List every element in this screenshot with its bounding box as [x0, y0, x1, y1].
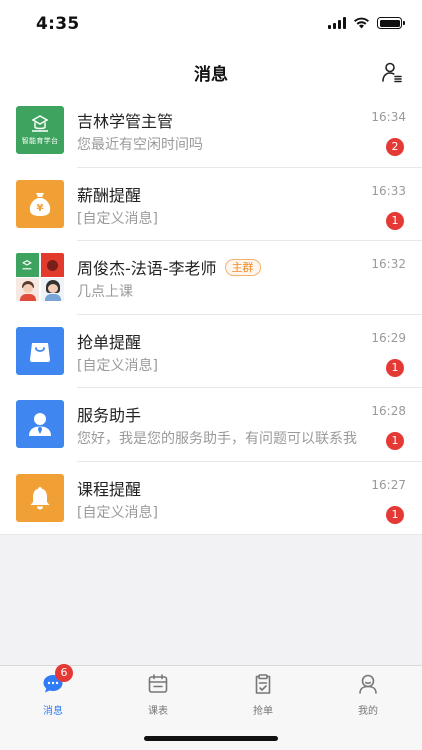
message-item-service-assistant[interactable]: 服务助手 您好，我是您的服务助手，有问题可以联系我 16:28 1 — [0, 388, 422, 462]
contacts-button[interactable] — [378, 58, 406, 86]
calendar-icon — [148, 674, 168, 693]
conversation-name: 课程提醒 — [77, 479, 142, 499]
group-avatar — [16, 253, 64, 301]
tab-schedule[interactable]: 课表 — [118, 672, 198, 717]
tab-profile[interactable]: 我的 — [328, 672, 408, 717]
message-item-group-chat[interactable]: 周俊杰-法语-李老师 主群 几点上课 16:32 — [0, 241, 422, 315]
message-item-salary-reminder[interactable]: ¥ 薪酬提醒 [自定义消息] 16:33 1 — [0, 168, 422, 241]
group-member-logo — [16, 253, 39, 277]
main-group-tag: 主群 — [224, 258, 261, 276]
conversation-time: 16:33 — [371, 183, 406, 198]
status-bar: 4:35 — [0, 0, 422, 50]
money-bag-icon: ¥ — [16, 179, 64, 228]
nav-bar: 消息 — [0, 50, 422, 94]
tab-unread-badge: 6 — [55, 664, 73, 682]
conversation-preview: [自定义消息] — [77, 210, 158, 227]
person-list-icon — [382, 62, 402, 83]
profile-icon — [359, 674, 377, 694]
conversation-name: 吉林学管主管 — [77, 112, 174, 131]
tab-label: 抢单 — [253, 706, 273, 717]
unread-badge: 1 — [386, 358, 404, 377]
assistant-person-icon — [16, 400, 64, 448]
conversation-time: 16:34 — [371, 110, 406, 124]
group-member-avatar — [40, 253, 64, 277]
group-member-avatar — [16, 278, 39, 301]
conversation-time: 16:28 — [371, 404, 406, 418]
group-member-avatar — [40, 278, 64, 301]
tab-label: 课表 — [148, 706, 168, 717]
message-item-order-grab-reminder[interactable]: 抢单提醒 [自定义消息] 16:29 1 — [0, 315, 422, 388]
clipboard-check-icon — [255, 674, 271, 694]
bell-icon — [16, 473, 64, 522]
conversation-time: 16:29 — [371, 330, 406, 345]
unread-badge: 1 — [386, 211, 404, 230]
shopping-bag-icon — [16, 326, 64, 375]
conversation-preview: [自定义消息] — [77, 504, 158, 521]
tab-messages[interactable]: 6 消息 — [13, 664, 93, 717]
page-title: 消息 — [194, 65, 228, 85]
conversation-name: 抢单提醒 — [77, 332, 142, 352]
tab-bar: 6 消息 课表 抢单 我的 — [0, 664, 422, 750]
tab-label: 消息 — [43, 706, 63, 717]
unread-badge: 1 — [386, 432, 404, 450]
unread-badge: 2 — [386, 138, 404, 156]
message-item-course-reminder[interactable]: 课程提醒 [自定义消息] 16:27 1 — [0, 462, 422, 535]
organization-logo: 智能育学台 — [16, 106, 64, 154]
tab-grab-orders[interactable]: 抢单 — [223, 672, 303, 717]
conversation-name: 周俊杰-法语-李老师 — [77, 259, 217, 278]
svg-text:¥: ¥ — [37, 203, 44, 214]
conversation-name: 服务助手 — [77, 406, 142, 425]
conversation-preview: [自定义消息] — [77, 357, 158, 374]
conversation-time: 16:32 — [371, 257, 406, 271]
organization-logo-text: 智能育学台 — [21, 137, 59, 145]
message-list: 智能育学台 吉林学管主管 您最近有空闲时间吗 16:34 2 ¥ 薪酬提醒 [自… — [0, 94, 422, 535]
conversation-time: 16:27 — [371, 477, 406, 492]
empty-list-area — [0, 535, 422, 665]
message-item-jilin-supervisor[interactable]: 智能育学台 吉林学管主管 您最近有空闲时间吗 16:34 2 — [0, 94, 422, 168]
tab-label: 我的 — [358, 706, 378, 717]
conversation-preview: 几点上课 — [77, 284, 133, 300]
status-icons — [328, 17, 405, 29]
battery-icon — [377, 17, 405, 29]
wifi-icon — [354, 17, 369, 29]
signal-icon — [328, 17, 346, 29]
conversation-name: 薪酬提醒 — [77, 185, 142, 205]
unread-badge: 1 — [386, 505, 404, 524]
home-indicator — [144, 736, 278, 741]
conversation-preview: 您好，我是您的服务助手，有问题可以联系我 — [77, 431, 357, 447]
status-time: 4:35 — [36, 14, 80, 34]
conversation-preview: 您最近有空闲时间吗 — [77, 137, 203, 153]
